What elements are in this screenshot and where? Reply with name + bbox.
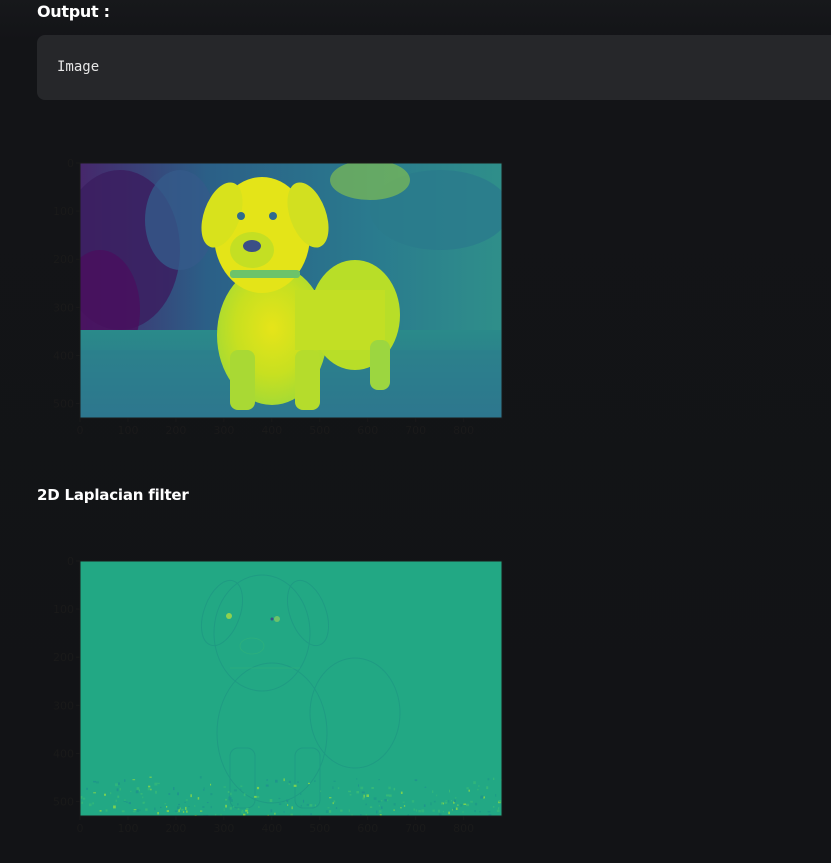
y-tick-label: 200 <box>53 651 74 664</box>
x-tick-label: 100 <box>117 424 138 437</box>
x-axis: 0 100 200 300 400 500 600 700 800 <box>77 816 474 835</box>
output-code-block: Image <box>37 35 831 100</box>
laplacian-heading: 2D Laplacian filter <box>37 486 189 504</box>
x-tick-label: 800 <box>453 424 474 437</box>
output-heading: Output : <box>37 2 110 21</box>
image-plot-svg: 0 100 200 300 400 500 0 100 200 300 400 500 600 700 8… <box>53 157 503 437</box>
x-tick-label: 400 <box>261 424 282 437</box>
y-tick-label: 100 <box>53 603 74 616</box>
y-tick-label: 200 <box>53 253 74 266</box>
x-tick-label: 500 <box>309 424 330 437</box>
y-tick-label: 400 <box>53 349 74 362</box>
x-tick-label: 600 <box>357 424 378 437</box>
x-tick-label: 700 <box>405 424 426 437</box>
laplacian-plot-svg: 0 100 200 300 400 500 0 100 200 300 400 500 600 700 8… <box>53 555 503 835</box>
x-tick-label: 300 <box>213 424 234 437</box>
y-tick-label: 0 <box>67 555 74 568</box>
laplacian-image <box>80 561 502 816</box>
y-axis: 0 100 200 300 400 500 <box>53 555 80 809</box>
x-tick-label: 300 <box>213 822 234 835</box>
x-tick-label: 100 <box>117 822 138 835</box>
x-tick-label: 700 <box>405 822 426 835</box>
y-axis: 0 100 200 300 400 500 <box>53 157 80 411</box>
y-tick-label: 100 <box>53 205 74 218</box>
x-tick-label: 0 <box>77 822 84 835</box>
y-tick-label: 500 <box>53 796 74 809</box>
x-tick-label: 0 <box>77 424 84 437</box>
output-page: Output : Image 0 100 200 300 400 500 0 1… <box>0 0 831 863</box>
x-tick-label: 500 <box>309 822 330 835</box>
x-tick-label: 400 <box>261 822 282 835</box>
x-axis: 0 100 200 300 400 500 600 700 800 <box>77 418 474 437</box>
x-tick-label: 800 <box>453 822 474 835</box>
laplacian-plot: 0 100 200 300 400 500 0 100 200 300 400 500 600 700 8… <box>40 548 510 843</box>
y-tick-label: 500 <box>53 398 74 411</box>
y-tick-label: 300 <box>53 699 74 712</box>
y-tick-label: 400 <box>53 747 74 760</box>
image-plot: 0 100 200 300 400 500 0 100 200 300 400 500 600 700 8… <box>40 150 510 445</box>
output-code-text: Image <box>57 59 100 75</box>
y-tick-label: 0 <box>67 157 74 170</box>
y-tick-label: 300 <box>53 301 74 314</box>
x-tick-label: 200 <box>165 424 186 437</box>
puppy-image <box>80 163 502 418</box>
x-tick-label: 600 <box>357 822 378 835</box>
x-tick-label: 200 <box>165 822 186 835</box>
